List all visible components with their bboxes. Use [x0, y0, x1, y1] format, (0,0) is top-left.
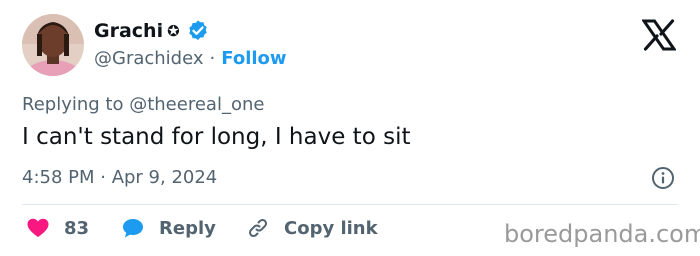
like-count: 83: [64, 217, 90, 239]
like-button[interactable]: 83: [26, 216, 89, 240]
separator-dot: ·: [209, 48, 216, 69]
verified-badge-icon: [186, 19, 210, 43]
tweet-text: I can't stand for long, I have to sit: [22, 124, 411, 150]
watermark: boredpanda.com: [504, 220, 700, 248]
info-icon[interactable]: [651, 166, 675, 190]
heart-icon: [26, 216, 50, 240]
reply-bubble-icon: [121, 216, 145, 240]
x-logo-icon[interactable]: [641, 19, 677, 51]
link-icon: [246, 216, 270, 240]
follow-button[interactable]: Follow: [221, 48, 286, 69]
avatar[interactable]: [22, 14, 84, 76]
copy-link-label: Copy link: [284, 217, 378, 239]
copy-link-button[interactable]: Copy link: [246, 216, 378, 240]
reply-label: Reply: [159, 217, 216, 239]
replying-to: Replying to @theereal_one: [22, 94, 264, 115]
name-symbol: ✪: [167, 22, 180, 40]
display-name-row[interactable]: Grachi ✪: [94, 19, 210, 43]
handle-row: @Grachidex · Follow: [94, 48, 287, 69]
tweet-timestamp[interactable]: 4:58 PM · Apr 9, 2024: [22, 167, 217, 188]
user-handle[interactable]: @Grachidex: [94, 48, 204, 69]
replying-prefix: Replying to: [22, 94, 124, 115]
reply-button[interactable]: Reply: [121, 216, 216, 240]
divider: [22, 204, 678, 205]
display-name[interactable]: Grachi: [94, 20, 163, 42]
replying-handle[interactable]: @theereal_one: [129, 94, 264, 115]
